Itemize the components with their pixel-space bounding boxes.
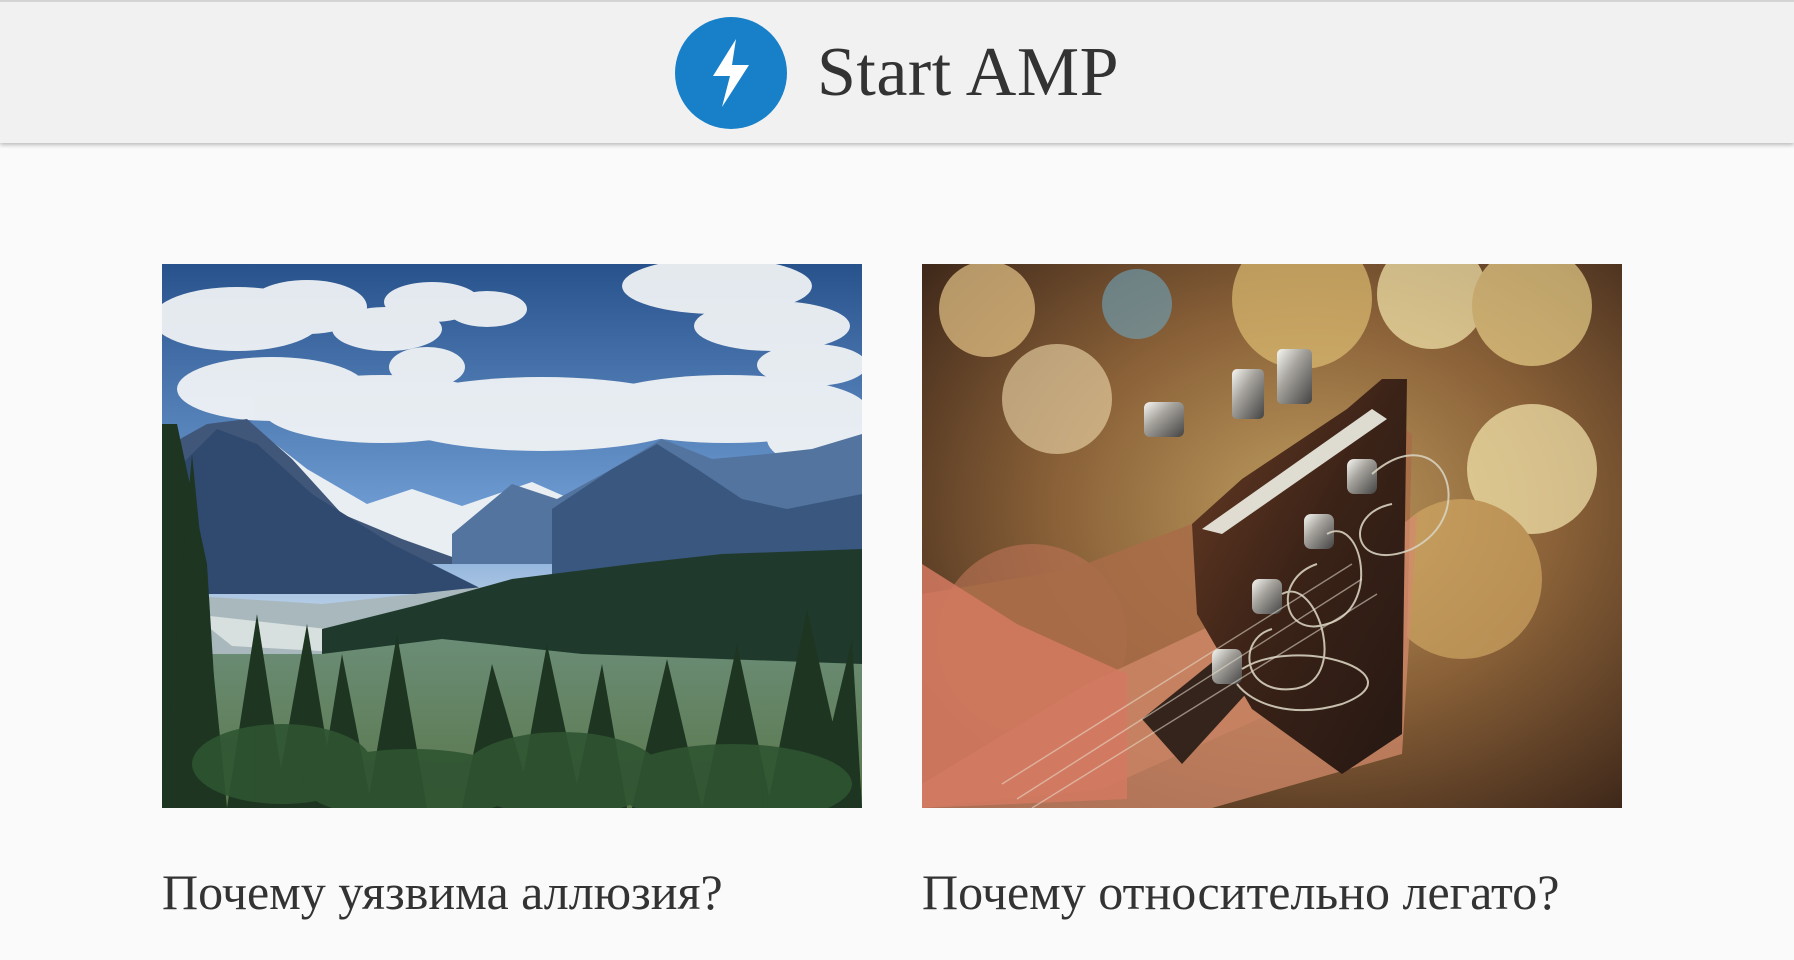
article-title[interactable]: Почему уязвима аллюзия? (162, 864, 723, 922)
article-card-1[interactable]: Почему уязвима аллюзия? (162, 264, 862, 934)
guitar-headstock-image[interactable] (922, 264, 1622, 808)
article-grid: Почему уязвима аллюзия? Почему относител… (162, 264, 1632, 954)
lightning-bolt-icon (674, 16, 787, 129)
mountain-landscape-image[interactable] (162, 264, 862, 808)
article-title[interactable]: Почему относительно легато? (922, 864, 1559, 922)
site-title: Start AMP (816, 33, 1120, 111)
site-header: Start AMP (0, 0, 1794, 143)
home-link[interactable]: Start AMP (674, 16, 1120, 129)
article-card-2[interactable]: Почему относительно легато? (922, 264, 1622, 934)
